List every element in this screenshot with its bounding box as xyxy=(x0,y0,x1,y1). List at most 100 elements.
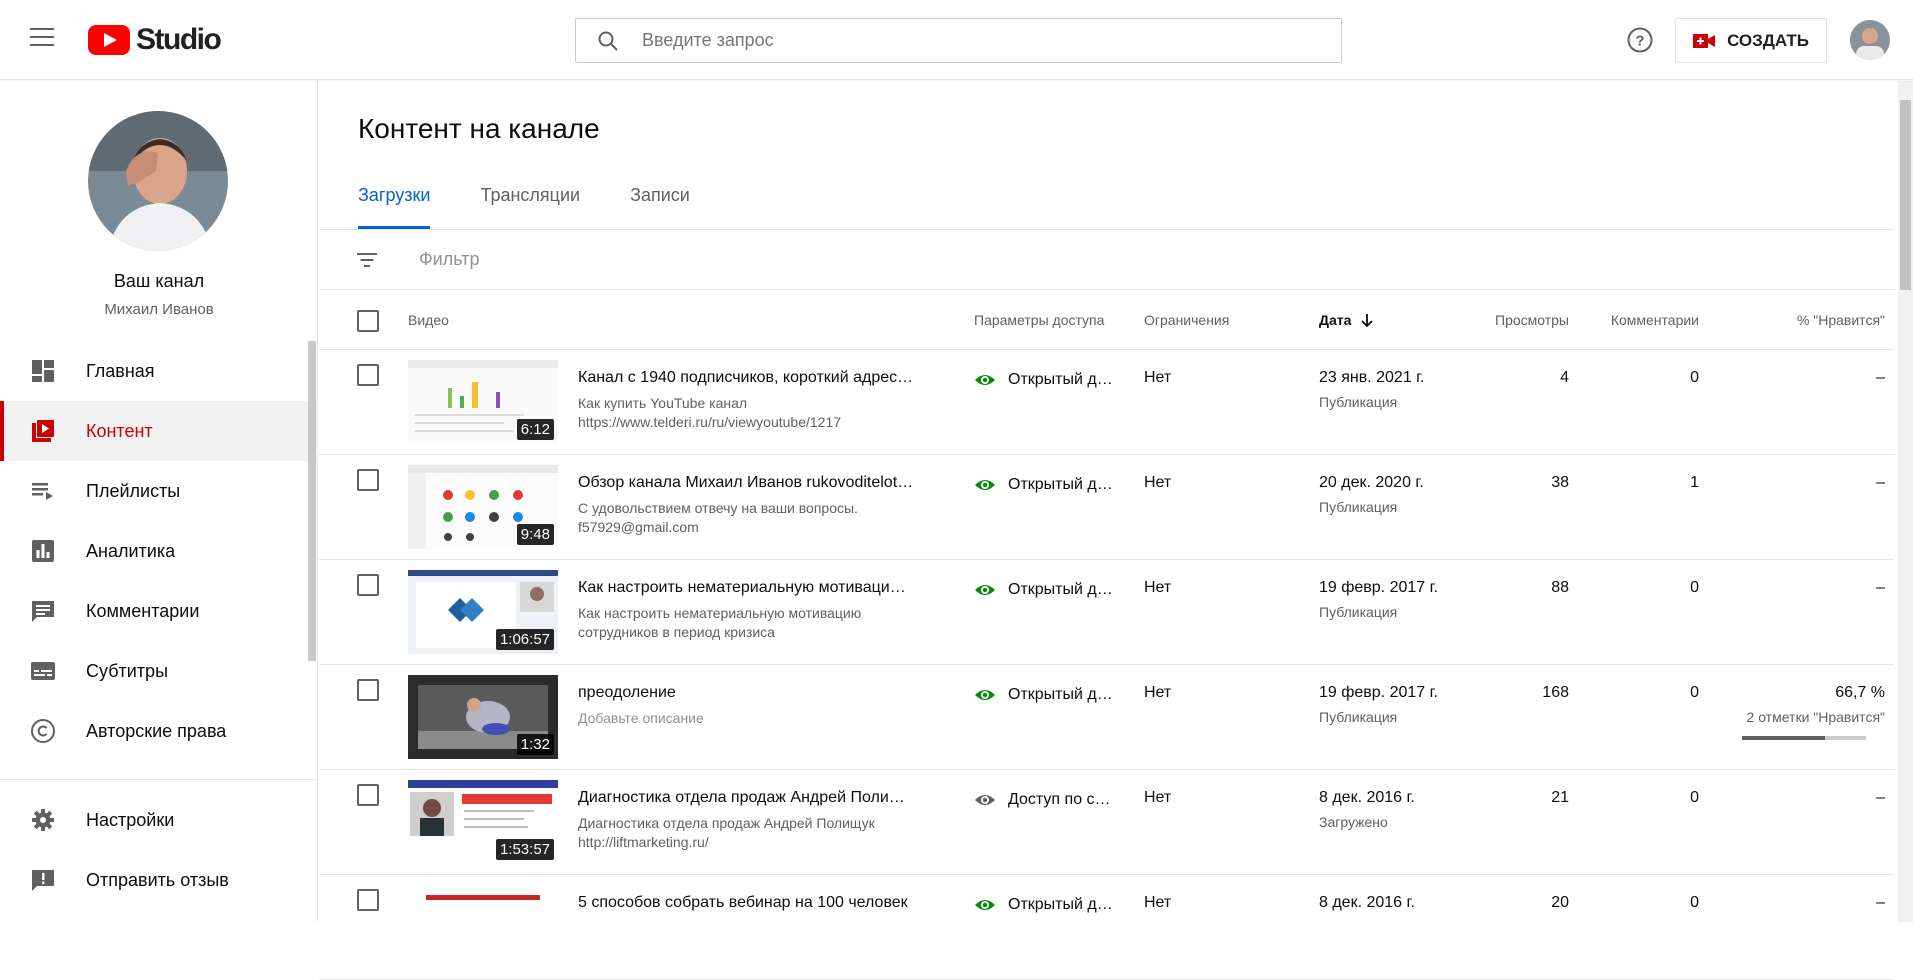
playlist-icon xyxy=(32,483,53,500)
create-label: СОЗДАТЬ xyxy=(1727,30,1809,50)
video-title[interactable]: Обзор канала Михаил Иванов rukovoditelot… xyxy=(578,474,928,492)
row-checkbox[interactable] xyxy=(357,889,379,911)
video-thumbnail[interactable] xyxy=(408,885,558,969)
sidebar-item-label: Субтитры xyxy=(86,660,169,681)
column-date[interactable]: Дата xyxy=(1319,312,1375,328)
visibility-dropdown[interactable]: Открытый д… xyxy=(974,894,1113,916)
eye-icon xyxy=(975,690,995,700)
video-description: Как настроить нематериальную мотивацию с… xyxy=(578,605,862,640)
sidebar-item-playlists[interactable]: Плейлисты xyxy=(0,461,318,521)
filter-input[interactable] xyxy=(419,249,819,270)
views-value: 4 xyxy=(1560,369,1569,386)
table-row[interactable]: 1:32 преодоление Добавьте описание Откры… xyxy=(319,665,1894,770)
row-checkbox[interactable] xyxy=(357,679,379,701)
eye-icon xyxy=(975,480,995,490)
comments-value: 0 xyxy=(1690,894,1699,911)
filter-icon[interactable] xyxy=(355,248,379,272)
sidebar-item-content[interactable]: Контент xyxy=(0,401,318,461)
video-title[interactable]: Диагностика отдела продаж Андрей Поли… xyxy=(578,789,928,807)
logo-text: Studio xyxy=(136,23,222,56)
row-checkbox[interactable] xyxy=(357,364,379,386)
likes-value: – xyxy=(1876,894,1885,911)
youtube-logo-icon xyxy=(88,25,130,55)
table-row[interactable]: 5 способов собрать вебинар на 100 челове… xyxy=(319,875,1894,980)
table-row[interactable]: 9:48 Обзор канала Михаил Иванов rukovodi… xyxy=(319,455,1894,560)
video-description: С удовольствием отвечу на ваши вопросы. … xyxy=(578,500,858,535)
video-thumbnail[interactable]: 1:32 xyxy=(408,675,558,759)
likes-value: 66,7 % xyxy=(1835,684,1885,701)
search-input[interactable] xyxy=(642,30,1322,51)
video-title[interactable]: преодоление xyxy=(578,684,928,702)
sidebar-item-label: Отправить отзыв xyxy=(86,869,229,890)
video-duration: 1:06:57 xyxy=(495,629,554,650)
restrictions-value: Нет xyxy=(1144,579,1172,596)
date-status: Публикация xyxy=(1319,394,1398,410)
create-button[interactable]: СОЗДАТЬ xyxy=(1675,18,1827,63)
row-checkbox[interactable] xyxy=(357,574,379,596)
feedback-icon xyxy=(32,870,54,891)
tab-live[interactable]: Трансляции xyxy=(480,185,580,229)
video-thumbnail[interactable]: 9:48 xyxy=(408,465,558,549)
table-row[interactable]: 6:12 Канал с 1940 подписчиков, короткий … xyxy=(319,350,1894,455)
comments-value: 0 xyxy=(1690,684,1699,701)
visibility-dropdown[interactable]: Доступ по с… xyxy=(974,789,1111,811)
eye-icon xyxy=(975,795,995,805)
column-views: Просмотры xyxy=(1495,312,1569,328)
filter-bar xyxy=(319,230,1894,290)
visibility-dropdown[interactable]: Открытый д… xyxy=(974,684,1113,706)
sidebar-item-feedback[interactable]: Отправить отзыв xyxy=(0,850,318,910)
visibility-dropdown[interactable]: Открытый д… xyxy=(974,579,1113,601)
main-content: Контент на канале Загрузки Трансляции За… xyxy=(319,81,1913,980)
column-likes: % "Нравится" xyxy=(1796,312,1885,328)
video-description[interactable]: Добавьте описание xyxy=(578,709,908,728)
youtube-studio-logo[interactable]: Studio xyxy=(88,23,222,56)
select-all-checkbox[interactable] xyxy=(357,310,379,332)
channel-avatar[interactable] xyxy=(88,111,228,251)
search-box[interactable] xyxy=(575,18,1342,63)
views-value: 168 xyxy=(1542,684,1569,701)
sidebar-scrollbar[interactable] xyxy=(308,341,316,661)
sidebar-bottom-nav: Настройки Отправить отзыв xyxy=(0,790,318,910)
sidebar-item-dashboard[interactable]: Главная xyxy=(0,341,318,401)
dashboard-icon xyxy=(32,360,54,382)
sidebar-item-label: Контент xyxy=(86,420,153,441)
tab-posts[interactable]: Записи xyxy=(630,185,690,229)
likes-value: – xyxy=(1876,474,1885,491)
visibility-dropdown[interactable]: Открытый д… xyxy=(974,474,1113,496)
sidebar-item-copyright[interactable]: Авторские права xyxy=(0,701,318,761)
table-row[interactable]: 1:06:57 Как настроить нематериальную мот… xyxy=(319,560,1894,665)
row-checkbox[interactable] xyxy=(357,469,379,491)
sidebar-item-comments[interactable]: Комментарии xyxy=(0,581,318,641)
column-restrictions: Ограничения xyxy=(1144,312,1230,328)
video-camera-icon xyxy=(1693,33,1716,48)
date-status: Публикация xyxy=(1319,709,1398,725)
eye-icon xyxy=(975,900,995,910)
table-row[interactable]: 1:53:57 Диагностика отдела продаж Андрей… xyxy=(319,770,1894,875)
video-title[interactable]: Как настроить нематериальную мотиваци… xyxy=(578,579,928,597)
video-thumbnail[interactable]: 1:53:57 xyxy=(408,780,558,864)
likes-value: – xyxy=(1876,789,1885,806)
account-avatar[interactable] xyxy=(1850,20,1890,60)
sidebar-item-label: Комментарии xyxy=(86,600,200,621)
help-icon[interactable]: ? xyxy=(1626,26,1654,54)
analytics-icon xyxy=(32,540,54,562)
video-thumbnail[interactable]: 1:06:57 xyxy=(408,570,558,654)
row-checkbox[interactable] xyxy=(357,784,379,806)
menu-icon[interactable] xyxy=(30,28,54,48)
sidebar-item-subtitles[interactable]: Субтитры xyxy=(0,641,318,701)
date-value: 8 дек. 2016 г. xyxy=(1319,789,1415,806)
comments-value: 0 xyxy=(1690,789,1699,806)
sidebar-item-analytics[interactable]: Аналитика xyxy=(0,521,318,581)
video-title[interactable]: Канал с 1940 подписчиков, короткий адрес… xyxy=(578,369,928,387)
video-title[interactable]: 5 способов собрать вебинар на 100 челове… xyxy=(578,894,928,912)
content-icon xyxy=(32,420,54,442)
column-video: Видео xyxy=(408,312,449,328)
tab-uploads[interactable]: Загрузки xyxy=(358,185,431,229)
video-thumbnail[interactable]: 6:12 xyxy=(408,360,558,444)
tabs: Загрузки Трансляции Записи xyxy=(358,185,740,229)
main-scrollbar-thumb[interactable] xyxy=(1900,100,1911,290)
sidebar-item-label: Плейлисты xyxy=(86,480,181,501)
visibility-dropdown[interactable]: Открытый д… xyxy=(974,369,1113,391)
sidebar-item-settings[interactable]: Настройки xyxy=(0,790,318,850)
avatar-image-icon xyxy=(1850,20,1890,60)
